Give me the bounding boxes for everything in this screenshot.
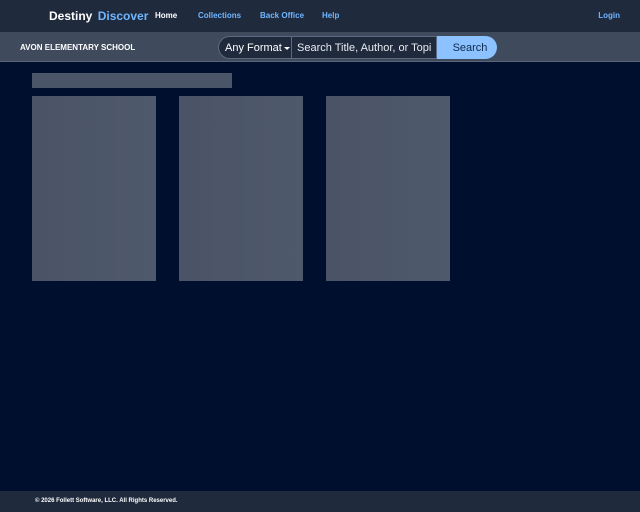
brand-logo[interactable]: Destiny Discover (49, 9, 148, 23)
brand-secondary: Discover (97, 9, 149, 23)
search-button[interactable]: Search (437, 36, 497, 59)
top-navigation-bar: Destiny Discover Home Collections Back O… (0, 0, 640, 32)
caret-down-icon (284, 47, 290, 50)
footer: © 2026 Follett Software, LLC. All Rights… (0, 491, 640, 512)
loading-title-placeholder (32, 73, 232, 88)
loading-card-placeholder (326, 96, 450, 281)
nav-help[interactable]: Help (322, 11, 339, 20)
login-link[interactable]: Login (598, 11, 620, 20)
search-input[interactable] (291, 36, 437, 59)
format-select[interactable]: Any Format (218, 36, 291, 59)
nav-back-office[interactable]: Back Office (260, 11, 304, 20)
loading-card-placeholder (32, 96, 156, 281)
nav-home[interactable]: Home (155, 11, 177, 20)
format-select-value: Any Format (225, 42, 282, 54)
nav-collections[interactable]: Collections (198, 11, 241, 20)
loading-card-placeholder (179, 96, 303, 281)
school-name: AVON ELEMENTARY SCHOOL (20, 43, 136, 52)
brand-primary: Destiny (49, 9, 93, 23)
copyright-text: © 2026 Follett Software, LLC. All Rights… (35, 498, 178, 504)
search-bar: Any Format Search (218, 36, 497, 59)
